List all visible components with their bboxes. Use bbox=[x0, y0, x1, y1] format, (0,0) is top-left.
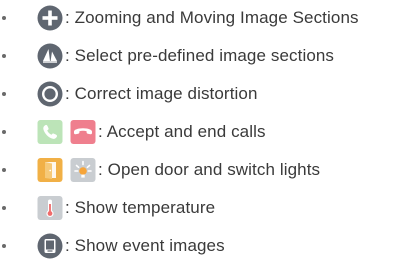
door-open-icon bbox=[37, 157, 63, 183]
bullet bbox=[2, 168, 6, 172]
item-label: : Select pre-defined image sections bbox=[65, 46, 335, 65]
end-call-icon bbox=[70, 119, 96, 145]
item-label: : Open door and switch lights bbox=[98, 160, 321, 179]
item-label: : Show temperature bbox=[65, 198, 216, 217]
event-images-icon bbox=[37, 233, 63, 259]
item-label: : Zooming and Moving Image Sections bbox=[65, 8, 359, 27]
icon-group bbox=[37, 43, 63, 69]
bullet bbox=[2, 244, 6, 248]
bullet bbox=[2, 130, 6, 134]
icon-group bbox=[37, 233, 63, 259]
bullet bbox=[2, 206, 6, 210]
icon-group bbox=[37, 81, 63, 107]
item-label: : Accept and end calls bbox=[98, 122, 266, 141]
bullet bbox=[2, 92, 6, 96]
bullet bbox=[2, 16, 6, 20]
zoom-move-icon bbox=[37, 5, 63, 31]
feature-list: : Zooming and Moving Image Sections : Se… bbox=[0, 0, 399, 265]
thermometer-icon bbox=[37, 195, 63, 221]
icon-group bbox=[37, 157, 96, 183]
bullet bbox=[2, 54, 6, 58]
light-switch-icon bbox=[70, 157, 96, 183]
distortion-correction-icon bbox=[37, 81, 63, 107]
accept-call-icon bbox=[37, 119, 63, 145]
item-label: : Correct image distortion bbox=[65, 84, 258, 103]
icon-group bbox=[37, 119, 96, 145]
icon-group bbox=[37, 195, 63, 221]
preset-sections-icon bbox=[37, 43, 63, 69]
item-label: : Show event images bbox=[65, 236, 225, 255]
icon-group bbox=[37, 5, 63, 31]
